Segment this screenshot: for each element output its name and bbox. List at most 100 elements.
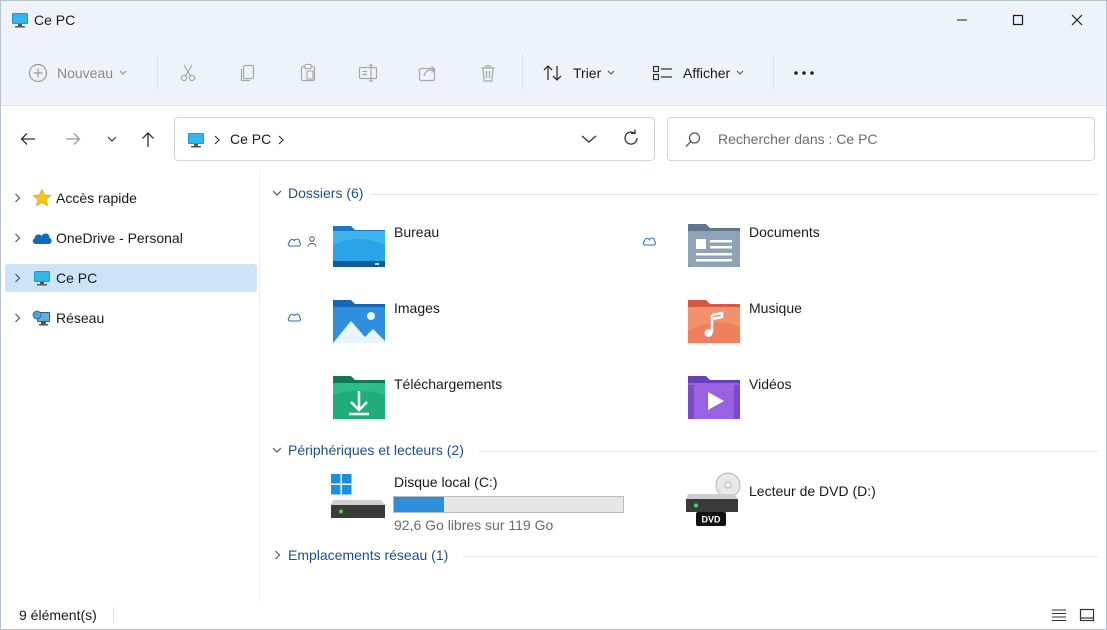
forward-button[interactable] [59, 124, 87, 154]
drive-name: Lecteur de DVD (D:) [749, 483, 876, 499]
maximize-button[interactable] [989, 1, 1047, 39]
search-icon [685, 132, 701, 147]
group-header-peripheriques[interactable]: Périphériques et lecteurs (2) [271, 440, 464, 460]
back-button[interactable] [14, 124, 42, 154]
minimize-button[interactable] [933, 1, 991, 39]
chevron-right-icon[interactable] [7, 313, 27, 323]
window-title: Ce PC [34, 12, 76, 28]
sidebar-item-label: Accès rapide [56, 190, 137, 206]
folder-tile[interactable]: Bureau [287, 221, 627, 281]
folder-tile[interactable]: Documents [642, 221, 982, 281]
folder-tile[interactable]: Téléchargements [287, 373, 627, 433]
chevron-right-icon[interactable] [213, 130, 221, 150]
share-icon [418, 66, 436, 82]
address-bar[interactable]: Ce PC [174, 117, 655, 161]
sidebar-item-label: Ce PC [56, 270, 98, 286]
cloud-icon [31, 228, 53, 248]
breadcrumb-ce-pc[interactable]: Ce PC [230, 131, 271, 147]
star-icon [31, 188, 53, 208]
paste-button[interactable] [298, 57, 318, 89]
tiles-view-button[interactable] [1077, 606, 1097, 624]
sync-status [642, 236, 656, 246]
chevron-down-icon [271, 190, 283, 197]
folder-tile[interactable]: Images [287, 297, 627, 357]
sync-status [287, 312, 301, 322]
drive-tile-d[interactable]: DVD Lecteur de DVD (D:) [642, 472, 982, 532]
new-button[interactable]: Nouveau [28, 57, 127, 89]
explorer-window: Ce PC Nouveau Trier Afficher Ce PC Reche… [0, 0, 1107, 630]
sidebar-item-onedrive[interactable]: OneDrive - Personal [5, 224, 257, 252]
arrow-right-icon [66, 133, 81, 145]
view-label: Afficher [683, 65, 731, 81]
close-icon [1071, 14, 1083, 26]
chevron-down-icon [736, 70, 744, 75]
more-options-button[interactable] [793, 57, 817, 89]
group-header-emplacements-reseau[interactable]: Emplacements réseau (1) [271, 545, 448, 565]
folder-name: Musique [749, 300, 802, 316]
view-list-icon [652, 65, 672, 81]
cloud-outline-icon [642, 237, 656, 246]
folder-name: Images [394, 300, 440, 316]
dvd-badge: DVD [701, 515, 721, 525]
chevron-right-icon[interactable] [7, 233, 27, 243]
view-button[interactable]: Afficher [652, 57, 744, 89]
refresh-icon[interactable] [621, 128, 641, 148]
group-header-label: Emplacements réseau (1) [288, 547, 449, 563]
details-view-button[interactable] [1049, 606, 1069, 624]
chevron-right-icon[interactable] [7, 193, 27, 203]
folder-name: Vidéos [749, 376, 792, 392]
title-bar: Ce PC [1, 1, 1106, 39]
copy-button[interactable] [238, 57, 258, 89]
status-divider [113, 607, 114, 623]
group-divider [463, 556, 1098, 557]
delete-button[interactable] [478, 57, 498, 89]
recent-locations-button[interactable] [98, 124, 126, 154]
rename-button[interactable] [358, 57, 380, 89]
drive-name: Disque local (C:) [394, 474, 498, 490]
search-box[interactable]: Rechercher dans : Ce PC [667, 117, 1095, 161]
group-divider [479, 451, 1098, 452]
pictures-folder-icon [333, 300, 385, 343]
chevron-right-icon[interactable] [7, 273, 27, 283]
videos-folder-icon [688, 376, 740, 419]
chevron-down-icon [271, 447, 283, 454]
network-icon [31, 308, 53, 328]
sidebar-item-reseau[interactable]: Réseau [5, 304, 257, 332]
folder-tile[interactable]: Vidéos [642, 373, 982, 433]
sidebar-item-ce-pc[interactable]: Ce PC [5, 264, 257, 292]
plus-circle-icon [28, 63, 48, 83]
maximize-icon [1012, 14, 1024, 26]
minimize-icon [957, 19, 967, 21]
sidebar-item-label: OneDrive - Personal [56, 230, 183, 246]
item-count: 9 élément(s) [19, 607, 97, 623]
cloud-outline-icon [287, 238, 301, 246]
sort-button[interactable]: Trier [542, 57, 615, 89]
music-folder-icon [688, 300, 740, 343]
folder-tile[interactable]: Musique [642, 297, 982, 357]
sync-status [287, 236, 317, 247]
search-input[interactable]: Rechercher dans : Ce PC [718, 131, 878, 147]
copy-icon [240, 64, 255, 82]
arrow-left-icon [20, 133, 35, 145]
trash-icon [481, 65, 495, 82]
chevron-right-icon [271, 550, 283, 560]
chevron-right-icon[interactable] [277, 130, 285, 150]
group-header-label: Dossiers (6) [288, 185, 364, 201]
windows-drive-icon [331, 474, 385, 518]
close-button[interactable] [1048, 1, 1106, 39]
group-header-dossiers[interactable]: Dossiers (6) [271, 183, 363, 203]
up-button[interactable] [134, 124, 162, 154]
clipboard-icon [300, 63, 316, 82]
sidebar-item-acces-rapide[interactable]: Accès rapide [5, 184, 257, 212]
cut-button[interactable] [178, 57, 198, 89]
sort-label: Trier [573, 65, 602, 81]
folder-name: Bureau [394, 224, 440, 240]
more-icon [794, 71, 814, 75]
person-icon [307, 236, 317, 247]
share-button[interactable] [418, 57, 440, 89]
toolbar-divider [773, 55, 774, 91]
sidebar-item-label: Réseau [56, 310, 105, 326]
scissors-icon [180, 64, 196, 82]
drive-tile-c[interactable]: Disque local (C:) 92,6 Go libres sur 119… [287, 472, 627, 533]
address-history-chevron-icon[interactable] [579, 130, 599, 148]
